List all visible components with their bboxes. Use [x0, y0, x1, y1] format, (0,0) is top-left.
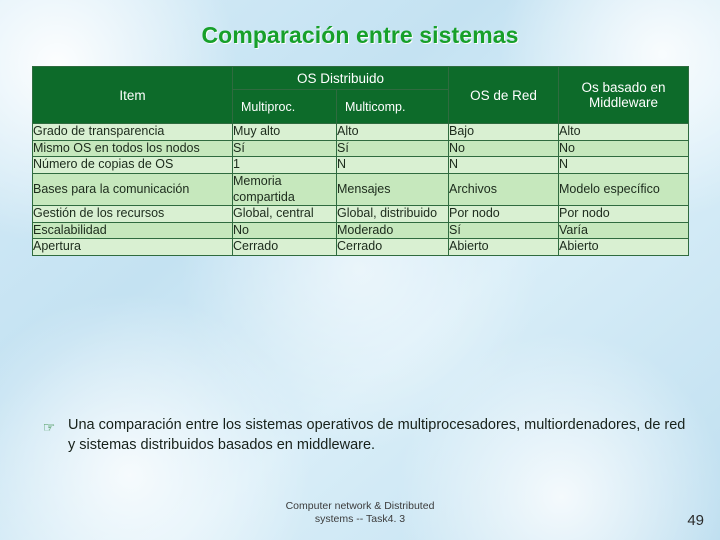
row-label: Bases para la comunicación	[32, 172, 233, 207]
cell-middleware: Por nodo	[558, 205, 690, 223]
bullet-text: Una comparación entre los sistemas opera…	[68, 417, 686, 453]
cell-multiproc: 1	[232, 156, 337, 174]
cell-multiproc: Muy alto	[232, 123, 337, 141]
table-header-row-1: Item OS Distribuido OS de Red Os basado …	[32, 65, 690, 124]
cell-red: Por nodo	[448, 205, 560, 223]
table-row: Mismo OS en todos los nodos Sí Sí No No	[32, 139, 690, 158]
header-os-distribuido: OS Distribuido	[231, 65, 450, 91]
cell-multicomp: Moderado	[335, 221, 450, 240]
cell-multiproc: No	[232, 221, 337, 240]
cell-red: Sí	[448, 221, 560, 240]
header-os-de-red: OS de Red	[448, 66, 560, 124]
cell-multicomp: Sí	[335, 139, 450, 158]
footer-line-1: Computer network & Distributed	[285, 500, 435, 512]
cell-middleware: Modelo específico	[558, 172, 690, 207]
cell-red: N	[448, 156, 560, 174]
comparison-table: Item OS Distribuido OS de Red Os basado …	[32, 65, 690, 256]
page-title: Comparación entre sistemas	[201, 22, 519, 48]
cell-multiproc: Global, central	[232, 205, 337, 223]
table-row: Gestión de los recursos Global, central …	[32, 205, 690, 223]
table-row: Escalabilidad No Moderado Sí Varía	[32, 221, 690, 240]
cell-middleware: Alto	[558, 123, 690, 141]
cell-middleware: Varía	[558, 221, 690, 240]
row-label: Grado de transparencia	[32, 123, 233, 141]
cell-multicomp: N	[335, 156, 450, 174]
table-header: Item OS Distribuido OS de Red Os basado …	[32, 65, 690, 124]
table-row: Apertura Cerrado Cerrado Abierto Abierto	[32, 238, 690, 256]
row-label: Gestión de los recursos	[32, 205, 233, 223]
cell-multiproc: Memoria compartida	[232, 172, 337, 207]
cell-multiproc: Sí	[232, 139, 337, 158]
slide-footer: Computer network & Distributed systems -…	[0, 500, 720, 526]
row-label: Apertura	[32, 238, 233, 256]
pointing-hand-icon: ☞	[42, 419, 56, 435]
cell-red: No	[448, 139, 560, 158]
table-row: Número de copias de OS 1 N N N	[32, 156, 690, 174]
row-label: Escalabilidad	[32, 221, 233, 240]
cell-multicomp: Alto	[335, 123, 450, 141]
header-multiproc: Multiproc.	[232, 89, 337, 124]
header-item: Item	[32, 66, 233, 124]
cell-multiproc: Cerrado	[232, 238, 337, 256]
header-middleware: Os basado en Middleware	[558, 66, 690, 124]
cell-middleware: No	[558, 139, 690, 158]
row-label: Número de copias de OS	[32, 156, 233, 174]
cell-red: Bajo	[448, 123, 560, 141]
slide: Comparación entre sistemas Item OS Distr…	[0, 0, 720, 540]
table-row: Grado de transparencia Muy alto Alto Baj…	[32, 123, 690, 141]
cell-multicomp: Mensajes	[335, 172, 450, 207]
table-row: Bases para la comunicación Memoria compa…	[32, 172, 690, 207]
row-label: Mismo OS en todos los nodos	[32, 139, 233, 158]
cell-multicomp: Global, distribuido	[335, 205, 450, 223]
header-multicomp: Multicomp.	[335, 89, 450, 124]
cell-middleware: Abierto	[558, 238, 690, 256]
cell-middleware: N	[558, 156, 690, 174]
footer-line-2: systems -- Task4. 3	[314, 513, 406, 526]
bullet-item: ☞ Una comparación entre los sistemas ope…	[40, 416, 690, 455]
cell-red: Archivos	[448, 172, 560, 207]
cell-red: Abierto	[448, 238, 560, 256]
table-body: Grado de transparencia Muy alto Alto Baj…	[32, 123, 690, 256]
page-number: 49	[687, 512, 704, 529]
cell-multicomp: Cerrado	[335, 238, 450, 256]
